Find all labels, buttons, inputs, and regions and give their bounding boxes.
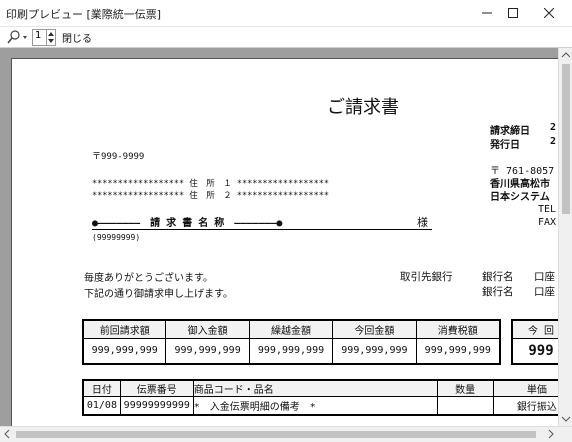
detail-header: 商品コード・品名 (192, 379, 438, 397)
summary-value: 999,999,999 (332, 337, 417, 365)
recipient-address-1: ****************** 住 所 １ ***************… (92, 179, 329, 189)
recipient-address-2: ****************** 住 所 ２ ***************… (92, 191, 329, 201)
summary-value: 999,999,999 (415, 337, 501, 365)
horizontal-scrollbar[interactable] (0, 426, 572, 442)
issuer-company: 日本システム (490, 192, 550, 203)
page-number-value: 1 (35, 30, 42, 41)
scroll-up-icon[interactable] (559, 48, 572, 62)
close-preview-button[interactable]: 閉じる (62, 30, 92, 45)
minimize-icon (482, 12, 492, 14)
summary-header: 御入金額 (165, 319, 250, 339)
detail-cell-date: 01/08 (82, 396, 121, 415)
greeting-line-1: 毎度ありがとうございます。 (84, 273, 213, 284)
bank-name-label-2: 銀行名 (482, 286, 514, 298)
scroll-right-icon[interactable] (544, 427, 558, 442)
vertical-scrollbar[interactable] (558, 48, 572, 426)
issue-value: 2 (550, 136, 557, 147)
closing-label: 請求締日 (490, 126, 530, 137)
maximize-icon (508, 8, 518, 18)
account-label-2: 口座 (534, 286, 555, 298)
scroll-down-icon[interactable] (559, 412, 572, 426)
recipient-postal: 〒999-9999 (92, 152, 145, 162)
current-total-value: 999 (511, 337, 558, 365)
summary-value: 999,999,999 (165, 337, 250, 365)
scroll-left-icon[interactable] (0, 427, 14, 442)
summary-header: 消費税額 (415, 319, 501, 339)
current-total-header: 今 回 (511, 319, 558, 339)
detail-cell-qty (436, 396, 494, 415)
summary-table: 前回請求額 御入金額 繰越金額 今回金額 消費税額 999,999,999 99… (82, 319, 501, 365)
maximize-button[interactable] (496, 0, 530, 26)
close-window-button[interactable] (532, 0, 566, 26)
detail-cell-slip: 99999999999 (119, 396, 194, 415)
customer-code: (99999999) (92, 233, 141, 242)
account-label-1: 口座 (534, 271, 555, 283)
summary-value: 999,999,999 (248, 337, 334, 365)
bank-label: 取引先銀行 (400, 271, 453, 283)
page-number-stepper[interactable]: 1 (32, 29, 56, 46)
window-title: 印刷プレビュー [業際統一伝票] (6, 8, 162, 21)
issue-label: 発行日 (490, 140, 520, 151)
invoice-heading: ご請求書 (327, 97, 399, 118)
spin-arrows-icon (48, 32, 54, 43)
preview-area: ご請求書 〒999-9999 ****************** 住 所 １ … (0, 48, 558, 426)
summary-header: 今回金額 (332, 319, 417, 339)
magnifier-icon (7, 30, 27, 44)
detail-header: 単価 (492, 379, 558, 397)
honorific: 様 (417, 216, 428, 229)
summary-header: 繰越金額 (248, 319, 334, 339)
detail-table: 日付 伝票番号 商品コード・品名 数量 単価 01/08 99999999999… (82, 379, 558, 416)
bank-name-label-1: 銀行名 (482, 271, 514, 283)
title-bar: 印刷プレビュー [業際統一伝票] (0, 0, 572, 27)
horizontal-scroll-thumb[interactable] (16, 431, 536, 438)
detail-header: 日付 (82, 379, 121, 397)
closing-value: 2 (550, 122, 557, 133)
summary-value: 999,999,999 (82, 337, 167, 365)
detail-header: 伝票番号 (119, 379, 194, 397)
close-icon (544, 8, 554, 18)
preview-toolbar: 1 閉じる (0, 27, 572, 48)
zoom-dropdown[interactable] (6, 29, 32, 45)
issuer-fax: FAX (538, 217, 557, 228)
greeting-line-2: 下記の通り御請求申し上げます。 (84, 289, 233, 300)
recipient-underline (92, 229, 432, 230)
detail-cell-price: 銀行振込 (492, 396, 558, 415)
summary-header: 前回請求額 (82, 319, 167, 339)
detail-cell-item: * 入金伝票明細の備考 * (192, 396, 438, 415)
vertical-scroll-thumb[interactable] (562, 64, 570, 214)
page-spin-buttons[interactable] (46, 30, 55, 45)
detail-header: 数量 (436, 379, 494, 397)
invoice-page: ご請求書 〒999-9999 ****************** 住 所 １ … (11, 58, 558, 426)
issuer-tel: TEL (538, 204, 557, 215)
current-total-box: 今 回 999 (511, 319, 558, 365)
recipient-name: ●——————— 請 求 書 名 称 ———————● (92, 218, 283, 229)
